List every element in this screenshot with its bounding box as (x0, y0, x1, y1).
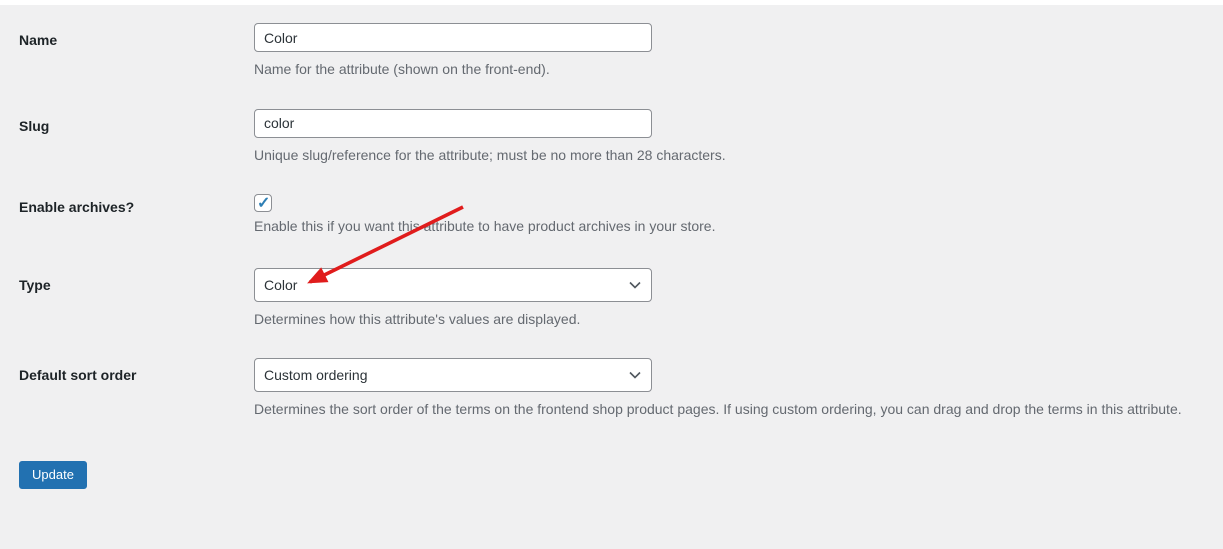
slug-label: Slug (19, 117, 50, 134)
enable-archives-checkbox[interactable] (254, 193, 272, 213)
form-actions: Update (19, 455, 1203, 489)
slug-help-text: Unique slug/reference for the attribute;… (254, 146, 726, 163)
form-row-default-sort-order: Default sort order Custom ordering Deter… (19, 358, 1203, 419)
form-row-slug: Slug Unique slug/reference for the attri… (19, 108, 1203, 165)
enable-archives-label: Enable archives? (19, 199, 135, 215)
attribute-edit-form: Name Name for the attribute (shown on th… (0, 5, 1223, 489)
default-sort-order-label: Default sort order (19, 367, 137, 383)
name-input[interactable] (254, 23, 652, 52)
name-label: Name (19, 32, 58, 48)
type-select[interactable]: Color (254, 267, 652, 302)
form-row-name: Name Name for the attribute (shown on th… (19, 23, 1203, 79)
name-help-text: Name for the attribute (shown on the fro… (254, 61, 550, 77)
type-help-text: Determines how this attribute's values a… (254, 310, 581, 327)
enable-archives-help-text: Enable this if you want this attribute t… (254, 218, 716, 234)
type-label: Type (19, 276, 51, 293)
default-sort-order-help-text: Determines the sort order of the terms o… (254, 401, 1182, 417)
form-row-type: Type Color Determines how this attribute… (19, 267, 1203, 329)
form-row-enable-archives: Enable archives? Enable this if you want… (19, 193, 1203, 236)
slug-input[interactable] (254, 108, 652, 138)
default-sort-order-select[interactable]: Custom ordering (254, 358, 652, 392)
update-button[interactable]: Update (19, 460, 87, 489)
